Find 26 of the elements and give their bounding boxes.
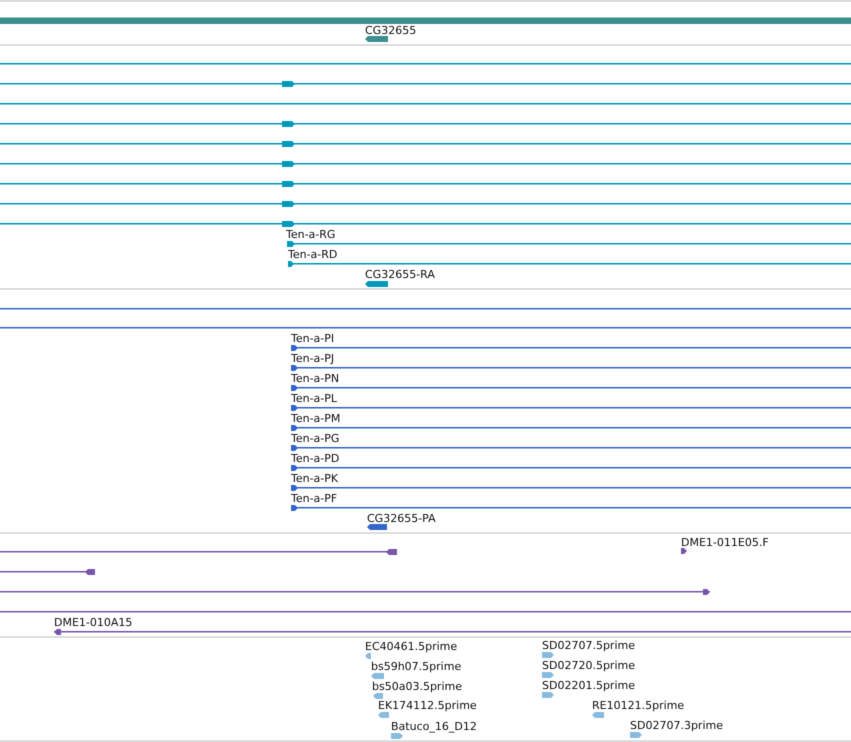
feature-label: Ten-a-PG bbox=[291, 432, 340, 445]
feature-label: SD02201.5prime bbox=[542, 679, 635, 692]
feature-label: Ten-a-RD bbox=[288, 248, 338, 261]
feature-label: SD02707.3prime bbox=[630, 719, 723, 732]
feature-label: Ten-a-PJ bbox=[291, 352, 334, 365]
feature-label: Batuco_16_D12 bbox=[391, 720, 477, 733]
feature-label: RE10121.5prime bbox=[592, 699, 684, 712]
feature-label: SD02720.5prime bbox=[542, 659, 635, 672]
feature-label: Ten-a-PI bbox=[291, 332, 334, 345]
feature-label: Ten-a-PL bbox=[291, 392, 338, 405]
feature-label: Ten-a-RG bbox=[286, 228, 336, 241]
feature-label: bs59h07.5prime bbox=[371, 660, 462, 673]
feature-label: Ten-a-PK bbox=[291, 472, 338, 485]
feature-label: CG32655-RA bbox=[365, 268, 435, 281]
feature-label: CG32655-PA bbox=[367, 512, 436, 525]
feature-label: bs50a03.5prime bbox=[372, 680, 462, 693]
feature-label: EK174112.5prime bbox=[378, 699, 477, 712]
feature-label: Ten-a-PF bbox=[291, 492, 338, 505]
feature-label: Ten-a-PD bbox=[291, 452, 340, 465]
feature-label: SD02707.5prime bbox=[542, 639, 635, 652]
feature-label: Ten-a-PN bbox=[291, 372, 340, 385]
feature-label: EC40461.5prime bbox=[365, 640, 458, 653]
feature-label: DME1-010A15 bbox=[54, 616, 132, 629]
feature-label: DME1-011E05.F bbox=[681, 536, 769, 549]
feature-label: CG32655 bbox=[365, 24, 416, 37]
feature-label: Ten-a-PM bbox=[291, 412, 340, 425]
